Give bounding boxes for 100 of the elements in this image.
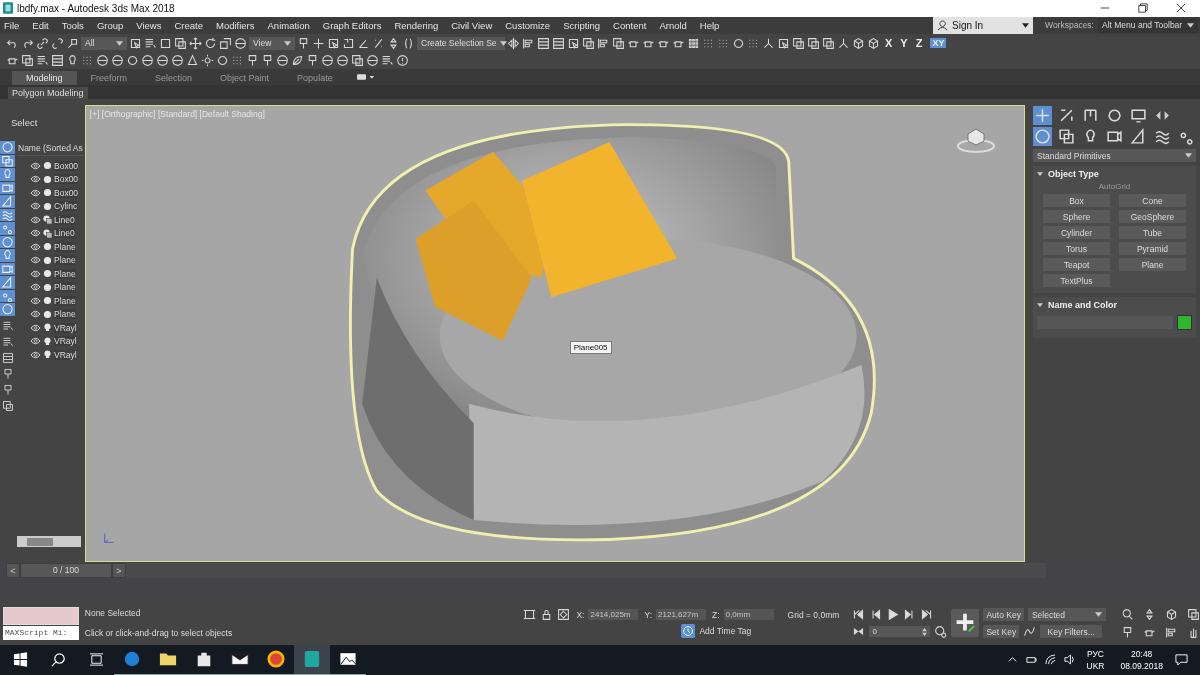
viewport[interactable]: [+] [Orthographic] [Standard] [Default Shading] Plane005 (84, 105, 1025, 562)
select-icon[interactable] (777, 36, 790, 50)
color-swatch[interactable] (1177, 315, 1192, 330)
language-indicator[interactable]: РУС (1086, 648, 1104, 660)
set-key-button[interactable]: Set Key (983, 625, 1020, 639)
isolate-icon[interactable] (523, 608, 537, 622)
add-time-tag-label[interactable]: Add Time Tag (699, 626, 752, 637)
y-coordinate-field[interactable]: 2121,627m (656, 609, 707, 621)
ribbon-panel-tab[interactable]: Polygon Modeling (8, 87, 88, 99)
menu-item[interactable]: Group (96, 19, 124, 31)
tool-icon[interactable] (2, 367, 14, 380)
object-name[interactable]: Cylinc (54, 201, 78, 212)
primitive-button[interactable]: Cylinder (1043, 226, 1110, 239)
axis-icon[interactable] (837, 36, 850, 50)
eye-icon[interactable] (30, 242, 41, 251)
menu-item[interactable]: Tools (61, 19, 84, 31)
primitive-button[interactable]: Teapot (1043, 258, 1110, 271)
primitive-button[interactable]: Sphere (1043, 210, 1110, 223)
object-name[interactable]: Box00 (54, 160, 79, 171)
align-icon[interactable] (597, 36, 610, 50)
primitive-button[interactable]: Cone (1119, 194, 1186, 207)
navigation-icon[interactable] (1187, 607, 1200, 621)
transform-mode-icon[interactable] (557, 608, 571, 622)
eye-icon[interactable] (30, 229, 41, 238)
restore-icon[interactable] (1138, 3, 1148, 14)
eye-icon[interactable] (30, 350, 41, 359)
eye-icon[interactable] (30, 175, 41, 184)
layout-indicator[interactable]: UKR (1086, 660, 1105, 672)
filter-icon[interactable] (0, 262, 15, 275)
mirror-icon[interactable] (507, 36, 520, 50)
primitive-button[interactable]: TextPlus (1043, 274, 1110, 287)
object-name[interactable]: Plane (54, 282, 76, 293)
window-icon[interactable] (174, 36, 187, 50)
snap-icon[interactable] (342, 36, 355, 50)
menu-item[interactable]: Customize (505, 19, 551, 31)
sun-icon[interactable] (201, 54, 214, 68)
close-icon[interactable] (1176, 3, 1186, 14)
ribbon-tab[interactable]: Modeling (12, 71, 77, 86)
task-view-icon[interactable] (89, 652, 104, 668)
selection-filter-dropdown[interactable]: All (81, 36, 127, 50)
window-icon[interactable] (351, 54, 364, 68)
unlink-icon[interactable] (51, 36, 64, 50)
primitive-button[interactable]: Tube (1119, 226, 1186, 239)
axis-constraint-button[interactable]: Z (915, 37, 923, 50)
window-icon[interactable] (792, 36, 805, 50)
horizontal-scrollbar[interactable] (17, 536, 81, 547)
object-name[interactable]: Plane (54, 255, 76, 266)
object-name[interactable]: Line0 (54, 214, 75, 225)
eye-icon[interactable] (30, 323, 41, 332)
pin-icon[interactable] (261, 54, 274, 68)
menu-item[interactable]: Create (174, 19, 203, 31)
menu-item[interactable]: Arnold (659, 19, 687, 31)
playback-icon[interactable] (869, 608, 883, 622)
link-icon[interactable] (36, 36, 49, 50)
tool-icon[interactable] (2, 351, 14, 364)
tool-icon[interactable] (2, 319, 14, 332)
previous-frame-button[interactable]: < (7, 564, 19, 578)
navigation-icon[interactable] (1165, 607, 1178, 621)
frame-spinner[interactable]: 0 (869, 626, 931, 638)
object-name[interactable]: Box00 (54, 174, 79, 185)
eye-icon[interactable] (30, 283, 41, 292)
table-icon[interactable] (51, 54, 64, 68)
hand-icon[interactable] (1187, 625, 1200, 639)
ribbon-options-icon[interactable] (356, 73, 375, 82)
object-name[interactable]: VRayl (54, 336, 77, 347)
next-frame-button[interactable]: > (113, 564, 125, 578)
filter-icon[interactable] (0, 235, 15, 248)
auto-key-button[interactable]: Auto Key (983, 608, 1024, 622)
filter-icon[interactable] (0, 181, 15, 194)
menu-item[interactable]: Scripting (563, 19, 601, 31)
primitive-button[interactable]: Plane (1119, 258, 1186, 271)
menu-item[interactable]: Animation (267, 19, 310, 31)
reference-coordinate-dropdown[interactable]: View (249, 36, 295, 50)
navigation-icon[interactable] (1165, 625, 1178, 639)
scale-icon[interactable] (219, 36, 232, 50)
rollout-title[interactable]: Object Type (1048, 169, 1099, 179)
spinner-icon[interactable] (387, 36, 400, 50)
object-name[interactable]: Plane (54, 241, 76, 252)
filter-icon[interactable] (0, 154, 15, 167)
column-header[interactable]: Name (Sorted As (17, 141, 84, 156)
workspace-dropdown[interactable]: Alt Menu and Toolbar (1098, 17, 1198, 33)
axis-constraint-button[interactable]: X (885, 37, 893, 50)
primitive-button[interactable]: Pyramid (1119, 242, 1186, 255)
object-name[interactable]: VRayl (54, 322, 77, 333)
playback-icon[interactable] (886, 608, 900, 622)
menu-item[interactable]: Rendering (394, 19, 439, 31)
search-icon[interactable] (51, 652, 66, 668)
key-tangent-icon[interactable] (1023, 625, 1037, 639)
eye-icon[interactable] (30, 310, 41, 319)
menu-item[interactable]: Content (613, 19, 647, 31)
named-selection-dropdown[interactable]: Create Selection Se (417, 36, 505, 50)
percent-icon[interactable] (372, 36, 385, 50)
menu-item[interactable]: File (4, 19, 20, 31)
eye-icon[interactable] (30, 296, 41, 305)
axis-constraint-button[interactable]: Y (900, 37, 908, 50)
menu-item[interactable]: Help (699, 19, 720, 31)
select-icon[interactable] (567, 36, 580, 50)
notification-icon[interactable] (1175, 653, 1188, 667)
ribbon-tab[interactable]: Object Paint (206, 71, 284, 86)
select-icon[interactable] (129, 36, 142, 50)
